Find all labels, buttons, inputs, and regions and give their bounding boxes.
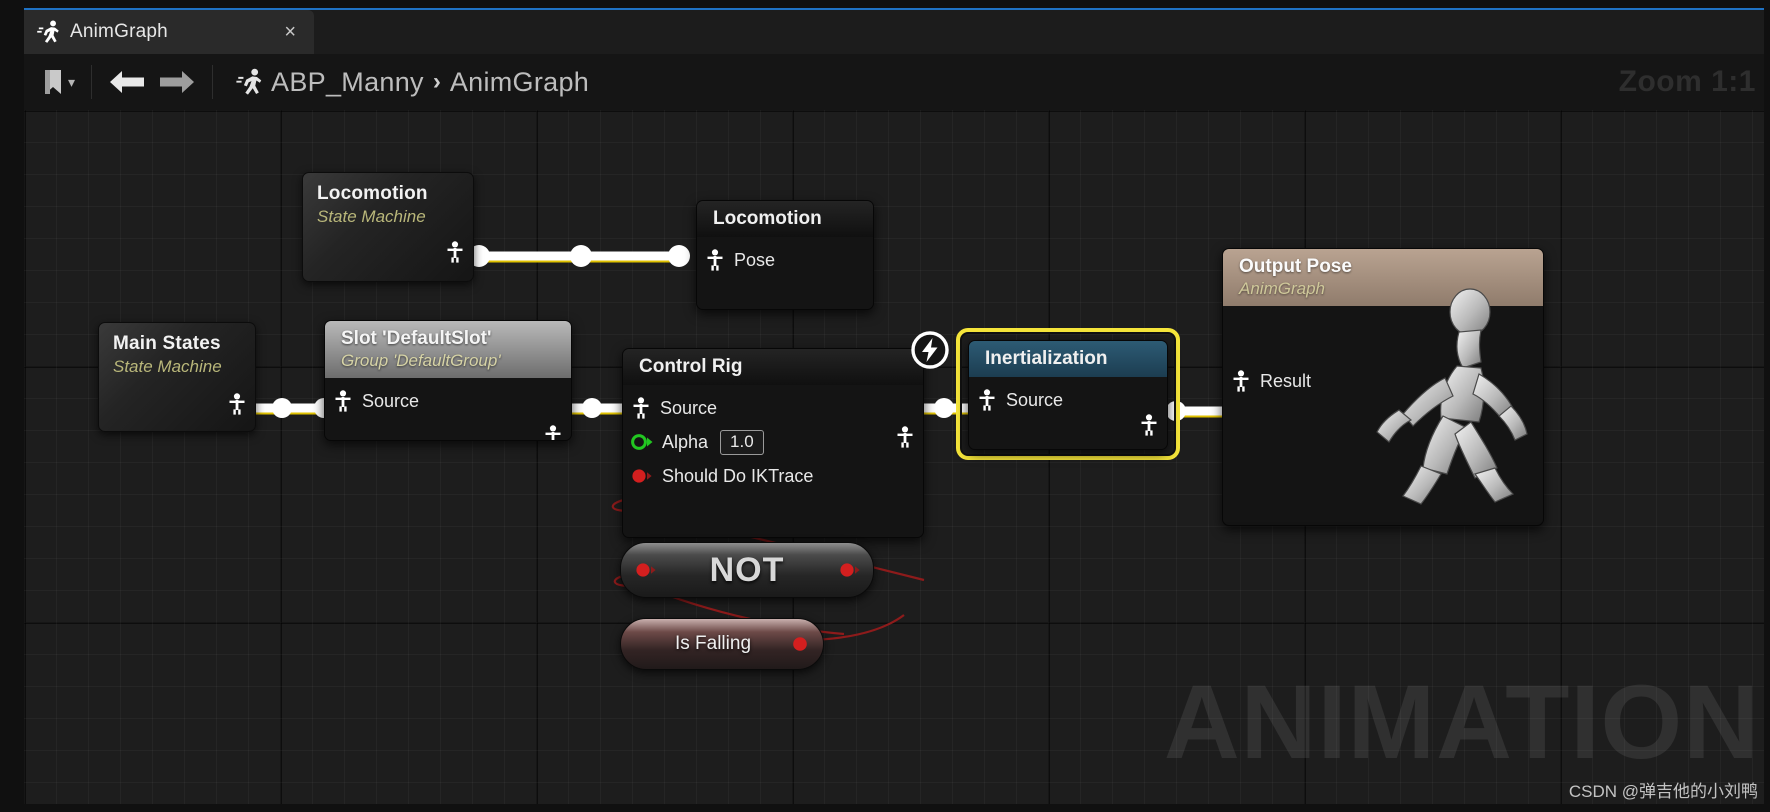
pin-label: Alpha xyxy=(662,431,709,452)
arrow-right-icon xyxy=(160,71,195,93)
node-is-falling[interactable]: Is Falling xyxy=(620,618,824,670)
node-not[interactable]: NOT xyxy=(620,542,874,598)
node-body: Source Alpha 1.0 Should Do IKTrace xyxy=(623,385,923,537)
graph-toolbar: ▾ ABP_Manny › AnimGraph Zoom 1:1 xyxy=(24,54,1764,110)
running-man-icon xyxy=(236,68,262,95)
pose-pin-icon-out[interactable] xyxy=(895,426,915,448)
node-locomotion-pose[interactable]: Locomotion Pose xyxy=(696,200,874,310)
toolbar-divider-2 xyxy=(212,65,214,99)
node-body: Source xyxy=(325,378,571,440)
breadcrumb-separator: › xyxy=(432,68,441,95)
node-title: Locomotion xyxy=(713,208,822,229)
credit-watermark: CSDN @弹吉他的小刘鸭 xyxy=(1568,782,1758,801)
pin-label: Source xyxy=(362,390,420,411)
close-icon[interactable]: × xyxy=(278,22,302,42)
node-body: Result xyxy=(1223,288,1543,522)
node-output-pose[interactable]: Output Pose AnimGraph Result xyxy=(1222,248,1544,526)
node-title: Is Falling xyxy=(674,633,752,654)
pin-label: Source xyxy=(660,397,718,418)
node-locomotion-state-machine[interactable]: Locomotion State Machine xyxy=(302,172,474,282)
node-title: Control Rig xyxy=(639,356,743,377)
forward-button[interactable] xyxy=(152,62,202,102)
node-subtitle: State Machine xyxy=(317,207,426,226)
graph-canvas[interactable]: ANIMATION CSDN @弹吉他的小刘鸭 Locomotion State… xyxy=(24,110,1764,804)
breadcrumb-leaf[interactable]: AnimGraph xyxy=(450,67,589,98)
bool-pin-icon[interactable] xyxy=(631,467,653,485)
pose-pin-icon[interactable] xyxy=(705,249,725,271)
node-title: Slot 'DefaultSlot' xyxy=(341,328,492,349)
pin-row-pose[interactable]: Pose xyxy=(697,243,873,277)
pose-pin-icon[interactable] xyxy=(631,397,651,419)
bool-pin-icon-out[interactable] xyxy=(839,561,861,579)
pin-row-iktrace[interactable]: Should Do IKTrace xyxy=(623,459,923,493)
back-button[interactable] xyxy=(102,62,152,102)
node-body: Source xyxy=(969,377,1167,449)
pose-pin-icon-out[interactable] xyxy=(1139,414,1159,436)
node-subtitle: Group 'DefaultGroup' xyxy=(341,351,501,370)
alpha-value-field[interactable]: 1.0 xyxy=(720,429,764,455)
tab-animgraph[interactable]: AnimGraph × xyxy=(24,10,314,54)
node-header: Slot 'DefaultSlot' Group 'DefaultGroup' xyxy=(325,321,571,378)
float-pin-icon[interactable] xyxy=(631,433,653,451)
pose-pin-icon[interactable] xyxy=(333,390,353,412)
node-title: Output Pose xyxy=(1239,256,1352,277)
breadcrumb-root[interactable]: ABP_Manny xyxy=(271,67,424,98)
pose-pin-icon[interactable] xyxy=(1231,370,1251,392)
pin-label: Source xyxy=(1006,389,1064,410)
zoom-level-label: Zoom 1:1 xyxy=(1618,65,1756,98)
node-slot-default[interactable]: Slot 'DefaultSlot' Group 'DefaultGroup' … xyxy=(324,320,572,441)
node-title: Main States xyxy=(113,333,221,354)
node-header: Control Rig xyxy=(623,349,923,385)
lightning-bolt-icon xyxy=(911,331,949,369)
pin-label: Result xyxy=(1260,370,1312,391)
toolbar-divider xyxy=(91,65,93,99)
node-title: Inertialization xyxy=(985,348,1108,369)
anim-graph-editor: AnimGraph × ▾ ABP_Manny › AnimGraph Zoom… xyxy=(0,0,1770,812)
node-header: Inertialization xyxy=(969,341,1167,377)
node-title: Locomotion xyxy=(317,183,428,204)
node-control-rig[interactable]: Control Rig Source Alpha 1.0 Should Do I… xyxy=(622,348,924,538)
pin-label: Should Do IKTrace xyxy=(662,465,814,486)
tab-title: AnimGraph xyxy=(70,21,168,42)
node-main-states[interactable]: Main States State Machine xyxy=(98,322,256,432)
pin-row-source[interactable]: Source xyxy=(325,384,571,418)
bookmark-icon xyxy=(45,70,61,94)
bool-pin-icon-in[interactable] xyxy=(635,561,657,579)
node-header: Locomotion xyxy=(697,201,873,237)
node-title: NOT xyxy=(709,550,785,589)
pin-row-alpha[interactable]: Alpha 1.0 xyxy=(623,425,923,459)
chevron-down-icon: ▾ xyxy=(68,73,76,90)
node-subtitle: State Machine xyxy=(113,357,222,376)
bool-pin-icon-out[interactable] xyxy=(791,635,813,653)
arrow-left-icon xyxy=(110,71,145,93)
pin-row-source[interactable]: Source xyxy=(969,383,1167,417)
pin-row-source[interactable]: Source xyxy=(623,391,923,425)
pin-label: Pose xyxy=(734,249,776,270)
animation-watermark: ANIMATION xyxy=(1163,663,1760,781)
pose-pin-icon-out[interactable] xyxy=(543,425,563,441)
pose-pin-icon[interactable] xyxy=(227,393,247,415)
mannequin-preview-icon xyxy=(1376,288,1528,505)
bookmark-button[interactable]: ▾ xyxy=(36,62,81,102)
node-inertialization[interactable]: Inertialization Source xyxy=(968,340,1168,450)
pose-pin-icon[interactable] xyxy=(977,389,997,411)
tab-strip: AnimGraph × xyxy=(24,8,1764,54)
running-man-icon xyxy=(37,20,59,43)
node-body: Pose xyxy=(697,237,873,309)
pose-pin-icon[interactable] xyxy=(445,241,465,263)
